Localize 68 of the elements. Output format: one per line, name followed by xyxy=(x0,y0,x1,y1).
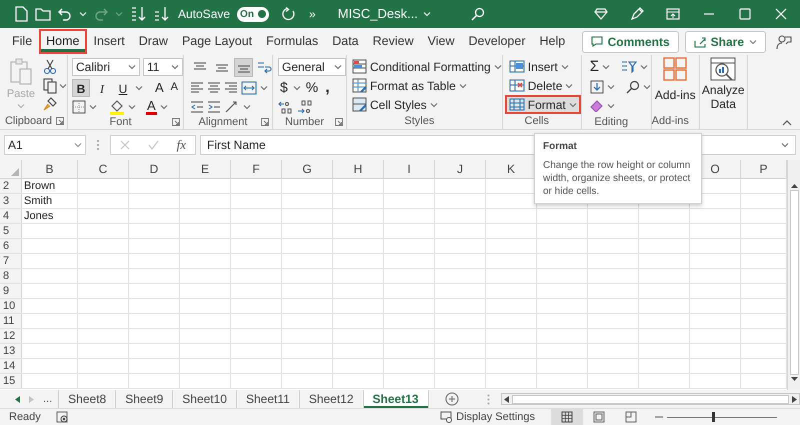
sheet-tab[interactable]: Sheet13 xyxy=(362,390,428,408)
group-label: Number xyxy=(284,115,324,130)
display-settings-button[interactable]: Display Settings xyxy=(440,408,535,425)
column-header[interactable]: P xyxy=(759,160,768,178)
name-box[interactable]: A1 xyxy=(4,135,86,155)
styles-menu-button[interactable]: Cell Styles xyxy=(370,96,438,114)
more-commands[interactable]: » xyxy=(309,5,316,23)
cells-button[interactable]: Format xyxy=(504,95,581,114)
file-name[interactable]: MISC_Desk... xyxy=(338,4,431,24)
column-header[interactable]: K xyxy=(506,160,515,178)
comma-style-button[interactable]: , xyxy=(323,82,332,94)
column-header[interactable]: G xyxy=(302,160,312,178)
more-sheets-button[interactable]: ... xyxy=(43,390,52,408)
cell-text: Smith xyxy=(24,194,52,209)
ribbon-tab[interactable]: Developer xyxy=(462,29,532,54)
column-header[interactable]: I xyxy=(407,160,411,178)
column-header[interactable]: F xyxy=(252,160,260,178)
group-label: Font xyxy=(109,115,132,130)
ribbon-tab[interactable]: Page Layout xyxy=(174,29,260,54)
ribbon-tab[interactable]: Home xyxy=(39,29,86,54)
ribbon-tab[interactable]: View xyxy=(420,29,462,54)
ribbon-tab[interactable]: Review xyxy=(366,29,421,54)
analyze-data-button[interactable]: Analyze Data xyxy=(701,83,746,111)
column-header[interactable]: O xyxy=(710,160,720,178)
autosave-toggle[interactable]: On xyxy=(237,6,270,22)
status-text: Ready xyxy=(9,410,41,425)
autosum-button[interactable]: Σ xyxy=(590,59,600,74)
font-style-button[interactable]: U xyxy=(114,78,132,96)
font-size-dropdown[interactable]: 11 xyxy=(143,58,183,76)
styles-menu-button[interactable]: Conditional Formatting xyxy=(370,58,502,76)
cell-text: Jones xyxy=(24,208,54,224)
ribbon-tab[interactable]: File xyxy=(5,29,40,54)
insert-function-button[interactable]: fx xyxy=(176,135,186,155)
column-header[interactable]: H xyxy=(354,160,362,178)
column-header[interactable]: D xyxy=(150,160,158,178)
column-header[interactable]: B xyxy=(45,160,54,178)
tooltip-text: Change the row height or column width, organize sheets, or protect or hide cells. xyxy=(543,159,692,198)
font-color-button[interactable]: A xyxy=(146,98,157,114)
autosave-label: AutoSave xyxy=(178,6,230,23)
ribbon-tab[interactable]: Formulas xyxy=(259,29,326,54)
column-header[interactable]: E xyxy=(200,160,209,178)
share-button[interactable]: Share xyxy=(684,30,766,52)
number-format-dropdown[interactable]: General xyxy=(278,58,346,76)
column-header[interactable]: C xyxy=(98,160,108,178)
cells-button[interactable]: Delete xyxy=(504,76,578,95)
font-style-button[interactable]: B xyxy=(72,78,90,96)
group-label: Cells xyxy=(524,114,549,130)
font-name-dropdown[interactable]: Calibri xyxy=(72,58,140,76)
shrink-font-button[interactable]: A xyxy=(168,79,180,96)
cells-button[interactable]: Insert xyxy=(504,57,573,76)
group-label: Styles xyxy=(404,114,434,130)
column-header[interactable]: J xyxy=(457,160,463,178)
currency-button[interactable]: $ xyxy=(278,77,290,98)
styles-menu-button[interactable]: Format as Table xyxy=(370,76,467,94)
ribbon-tab[interactable]: Help xyxy=(532,29,572,54)
font-style-button[interactable]: I xyxy=(93,78,111,96)
percent-button[interactable]: % xyxy=(304,77,320,98)
comments-button[interactable]: Comments xyxy=(582,30,679,52)
grow-font-button[interactable]: A xyxy=(153,78,166,98)
ribbon-tab[interactable]: Insert xyxy=(86,29,132,54)
ribbon-tab[interactable]: Data xyxy=(325,29,366,54)
group-label: Editing xyxy=(594,115,628,130)
cell-text: Brown xyxy=(24,178,56,194)
group-label: Alignment xyxy=(198,115,248,130)
group-label: Clipboard xyxy=(4,114,52,130)
add-ins-button[interactable]: Add-ins xyxy=(654,86,696,104)
group-label: Add-ins xyxy=(652,114,689,130)
ribbon-tab[interactable]: Draw xyxy=(132,29,175,54)
